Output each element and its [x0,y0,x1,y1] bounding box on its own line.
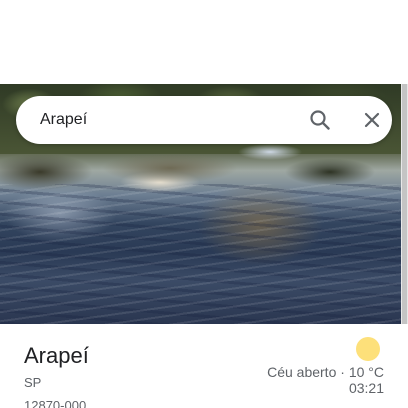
top-blank-area [0,0,408,84]
place-info-panel: Arapeí SP 12870-000 Céu aberto · 10 °C 0… [0,324,408,408]
weather-separator: · [340,364,345,380]
search-input[interactable] [40,109,280,131]
photo-scrollbar[interactable] [401,84,408,324]
weather-summary: Céu aberto · 10 °C [267,364,384,380]
local-time: 03:21 [348,380,384,396]
place-name: Arapeí [24,343,89,368]
clear-search-button[interactable] [358,106,386,134]
weather-condition: Céu aberto [267,364,337,380]
weather-temperature: 10 °C [348,364,384,380]
close-icon [364,112,380,128]
search-button[interactable] [306,106,334,134]
search-icon [310,110,330,130]
search-bar [16,96,392,144]
sun-icon [356,337,380,361]
place-state: SP [24,375,42,390]
photo-water [0,184,401,324]
scrollbar-thumb[interactable] [402,84,407,324]
place-postal-code: 12870-000 [24,398,87,408]
